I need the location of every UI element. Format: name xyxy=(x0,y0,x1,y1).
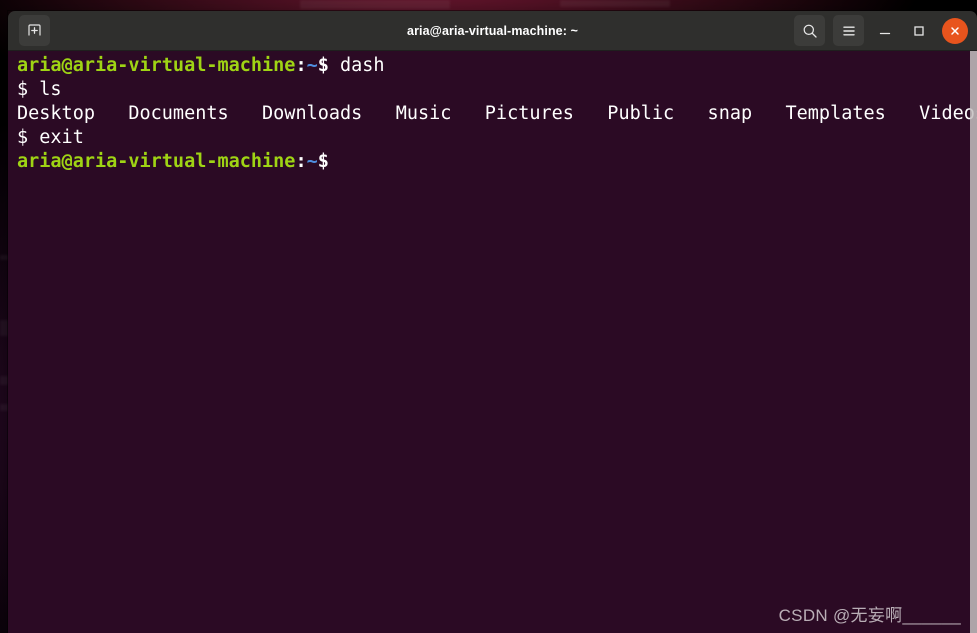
terminal-segment-user: aria@aria-virtual-machine xyxy=(17,151,296,172)
wallpaper-streak xyxy=(300,0,450,9)
terminal-segment-plain: $ ls xyxy=(17,79,62,100)
terminal-line: aria@aria-virtual-machine:~$ dash xyxy=(17,54,977,78)
terminal-segment-plain: dash xyxy=(340,55,385,76)
terminal-segment-path: ~ xyxy=(306,55,318,76)
terminal-segment-punct: $ xyxy=(317,55,341,76)
terminal-line: $ exit xyxy=(17,126,977,150)
titlebar-controls xyxy=(794,15,977,46)
terminal-scrollbar[interactable] xyxy=(970,51,977,633)
terminal-line: $ ls xyxy=(17,78,977,102)
terminal-window: aria@aria-virtual-machine: ~ aria@aria-v… xyxy=(8,11,977,633)
minimize-icon xyxy=(879,32,891,34)
terminal-segment-plain: $ exit xyxy=(17,127,84,148)
terminal-output: aria@aria-virtual-machine:~$ dash $ ls Des… xyxy=(17,54,977,174)
terminal-segment-punct: : xyxy=(295,55,307,76)
search-button[interactable] xyxy=(794,15,825,46)
terminal-segment-user: aria@aria-virtual-machine xyxy=(17,55,296,76)
hamburger-menu-icon xyxy=(842,26,855,36)
close-button[interactable] xyxy=(942,17,968,44)
terminal-line: aria@aria-virtual-machine:~$ xyxy=(17,150,977,174)
scrollbar-thumb[interactable] xyxy=(970,51,977,633)
menu-button[interactable] xyxy=(833,15,864,46)
terminal-content-area[interactable]: aria@aria-virtual-machine:~$ dash $ ls Des… xyxy=(8,51,977,633)
terminal-line: Desktop Documents Downloads Music Pictur… xyxy=(17,102,977,126)
terminal-segment-path: ~ xyxy=(306,151,318,172)
csdn-watermark: CSDN @无妄啊______ xyxy=(778,606,961,625)
wallpaper-streak xyxy=(560,0,670,7)
new-tab-button[interactable] xyxy=(19,15,50,46)
search-icon xyxy=(803,24,817,38)
terminal-segment-punct: : xyxy=(295,151,307,172)
window-titlebar: aria@aria-virtual-machine: ~ xyxy=(8,11,977,51)
maximize-icon xyxy=(914,25,924,36)
maximize-button[interactable] xyxy=(906,18,932,44)
terminal-segment-plain: Desktop Documents Downloads Music Pictur… xyxy=(17,103,977,124)
new-tab-icon xyxy=(28,24,41,36)
minimize-button[interactable] xyxy=(872,18,898,44)
close-icon xyxy=(951,26,959,35)
terminal-segment-punct: $ xyxy=(317,151,341,172)
